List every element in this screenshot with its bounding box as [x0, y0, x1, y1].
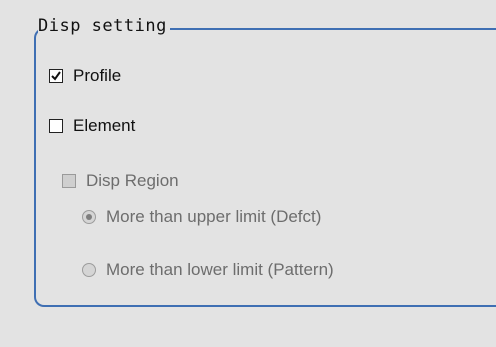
- upper-limit-radio[interactable]: More than upper limit (Defct): [82, 207, 321, 227]
- element-label: Element: [73, 116, 136, 135]
- disp-setting-title: Disp setting: [38, 16, 170, 36]
- profile-checkbox[interactable]: Profile: [49, 66, 121, 86]
- upper-limit-label: More than upper limit (Defct): [106, 207, 322, 226]
- lower-limit-label: More than lower limit (Pattern): [106, 260, 334, 279]
- element-checkbox[interactable]: Element: [49, 116, 135, 136]
- checkbox-unchecked-icon: [49, 119, 63, 133]
- lower-limit-radio[interactable]: More than lower limit (Pattern): [82, 260, 334, 280]
- disp-region-label: Disp Region: [86, 171, 179, 190]
- checkbox-disabled-icon: [62, 174, 76, 188]
- radio-unselected-icon: [82, 263, 96, 277]
- checkbox-checked-icon: [49, 69, 63, 83]
- radio-selected-icon: [82, 210, 96, 224]
- profile-label: Profile: [73, 66, 122, 85]
- disp-region-checkbox[interactable]: Disp Region: [62, 171, 179, 191]
